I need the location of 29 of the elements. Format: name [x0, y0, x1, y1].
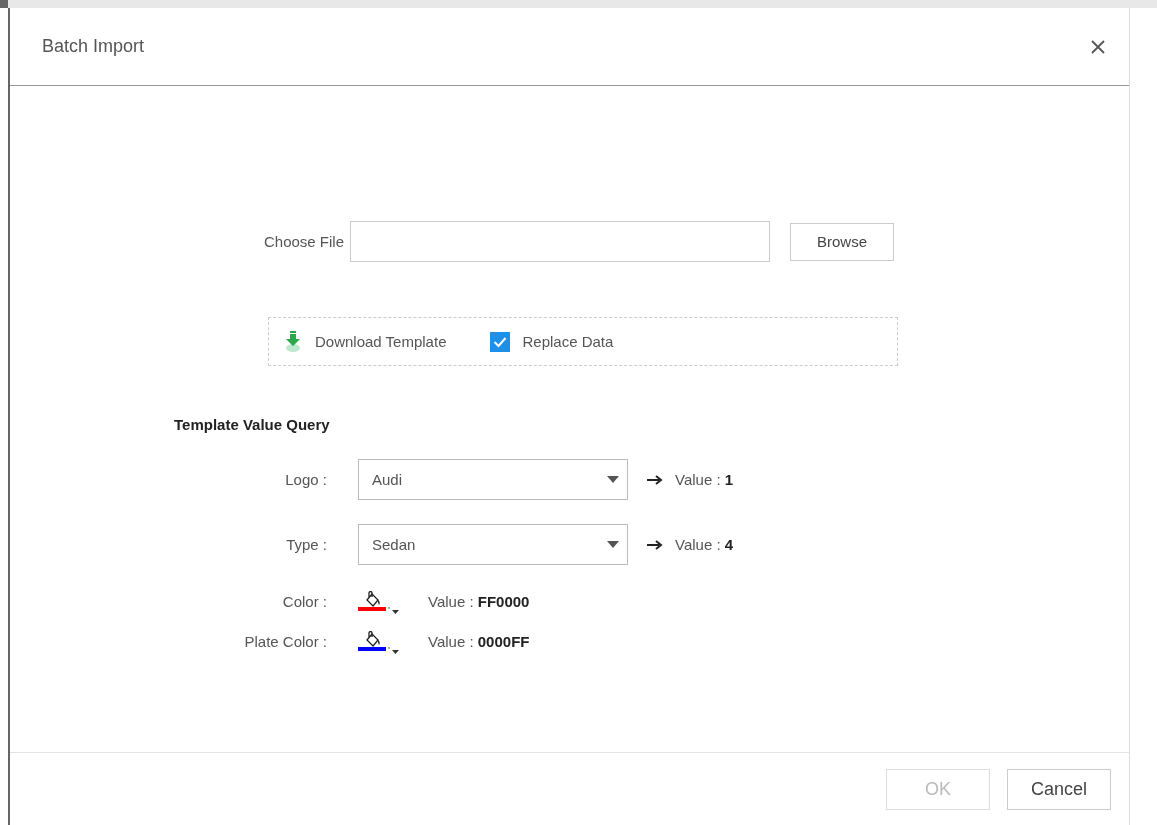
caret-icon [388, 607, 400, 615]
browse-button[interactable]: Browse [790, 222, 894, 261]
download-template-link[interactable]: Download Template [315, 333, 447, 350]
value-text: Value : 4 [675, 536, 734, 553]
field-label: Type : [285, 536, 327, 553]
field-label: Color : [281, 592, 327, 610]
cancel-button[interactable]: Cancel [1007, 768, 1111, 810]
dropdown-select[interactable]: Audi [358, 459, 628, 500]
caret-icon [607, 541, 619, 548]
file-path-field[interactable] [350, 221, 770, 262]
section-heading: Template Value Query [174, 416, 331, 433]
replace-data-checkbox[interactable] [490, 331, 511, 352]
color-picker[interactable] [358, 591, 400, 611]
right-arrow-icon [647, 539, 663, 550]
field-label: Plate Color : [243, 632, 327, 650]
caret-icon [607, 476, 619, 483]
dropdown-select[interactable]: Sedan [358, 524, 628, 565]
checkbox-label: Replace Data [522, 333, 614, 350]
right-arrow-icon [647, 474, 663, 485]
close-icon[interactable] [1091, 39, 1105, 54]
color-picker[interactable] [358, 631, 400, 651]
value-text: Value : 0000FF [428, 632, 530, 650]
caret-icon [388, 647, 400, 655]
value-text: Value : 1 [675, 471, 734, 488]
field-label: Choose File [262, 233, 345, 250]
value-text: Value : FF0000 [428, 592, 530, 610]
field-label: Logo : [284, 471, 327, 488]
download-arrow-icon [285, 330, 301, 353]
dialog-title: Batch Import [42, 36, 145, 57]
